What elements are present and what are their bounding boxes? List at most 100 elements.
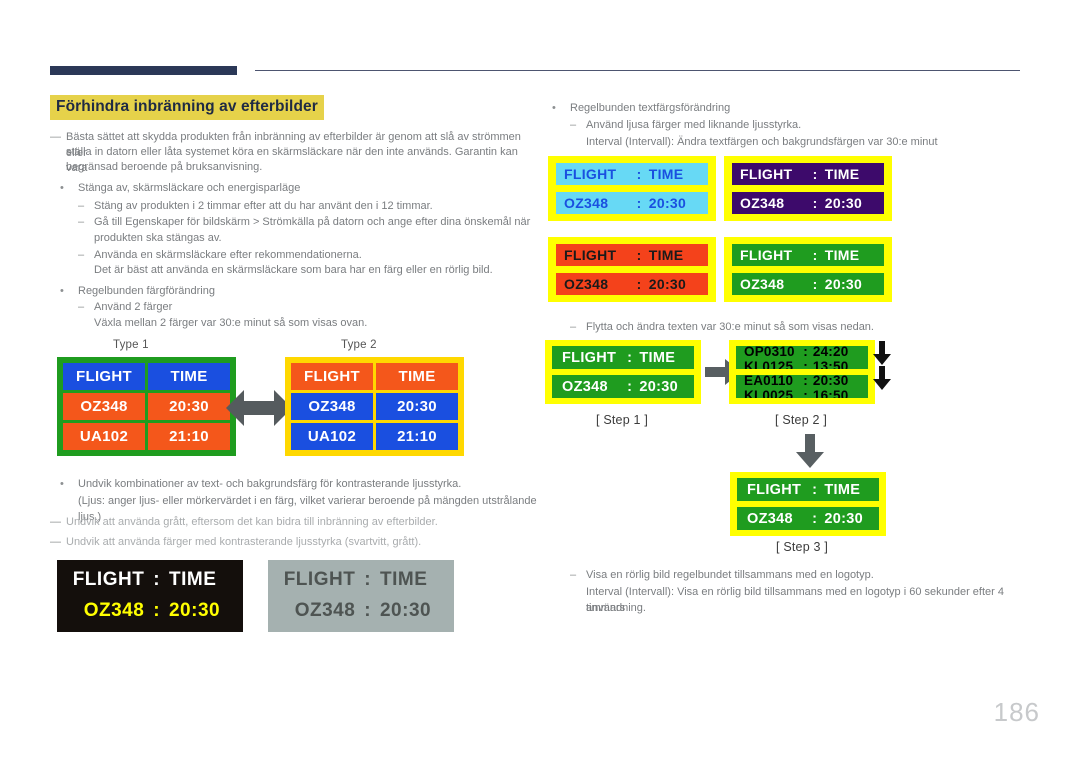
time-value: 20:30: [812, 375, 849, 388]
time-label: TIME: [648, 247, 684, 263]
step-2-line-4: KL0025 : 16:50: [736, 388, 868, 398]
logo-note-line-3: användning.: [586, 602, 646, 614]
time-value: 20:30: [648, 276, 687, 292]
time-value: 13:50: [812, 359, 849, 369]
flight-label: FLIGHT: [562, 349, 617, 366]
right-sub-1-line-2: Interval (Intervall): Ändra textfärgen o…: [586, 136, 938, 148]
board-header-row: FLIGHT TIME: [291, 363, 458, 390]
panel-colon: :: [364, 568, 372, 590]
colon: :: [803, 359, 808, 369]
colon: :: [636, 276, 642, 292]
time-value: 20:30: [824, 510, 863, 527]
panel-header-line: FLIGHT : TIME: [268, 564, 454, 595]
colon: :: [812, 195, 818, 211]
flight-value: OP0310: [744, 346, 795, 359]
right-sub-1-line-1: Använd ljusa färger med liknande ljussty…: [586, 119, 802, 131]
colon: :: [636, 166, 642, 182]
header-accent-square: [228, 66, 237, 75]
panel-data-line: OZ348 : 20:30: [268, 595, 454, 626]
panel-time-label: TIME: [379, 568, 428, 590]
bullet-2-marker: •: [60, 285, 64, 297]
flight-board-type-2: FLIGHT TIME OZ348 20:30 UA102 21:10: [285, 357, 464, 456]
panel-time-label: TIME: [168, 568, 217, 590]
sub-1-2-line-1: Gå till Egenskaper för bildskärm > Ström…: [94, 216, 531, 228]
panel-data-line: OZ348 : 20:30: [57, 595, 243, 626]
move-note-dash: –: [570, 321, 577, 333]
colon: :: [803, 346, 808, 359]
panel-colon: :: [153, 599, 161, 621]
flight-label: FLIGHT: [740, 166, 793, 182]
flight-value: OZ348: [562, 378, 608, 395]
sub-1-1-dash: –: [78, 200, 85, 212]
page-number: 186: [993, 697, 1040, 727]
colon: :: [803, 375, 808, 388]
flight-value: EA0110: [744, 375, 794, 388]
sub-2-1-line-2: Växla mellan 2 färger var 30:e minut så …: [94, 317, 368, 329]
step-1-board: FLIGHT : TIME OZ348 : 20:30: [545, 340, 701, 404]
move-note-text: Flytta och ändra texten var 30:e minut s…: [586, 321, 874, 333]
colon: :: [812, 276, 818, 292]
colon: :: [812, 481, 818, 498]
step-1-header-row: FLIGHT : TIME: [552, 346, 694, 369]
intro-line-3: begränsad beroende på bruksanvisning.: [66, 161, 263, 173]
board-header-row: FLIGHT : TIME: [556, 163, 708, 185]
board-header-row: FLIGHT : TIME: [732, 244, 884, 266]
panel-colon: :: [153, 568, 161, 590]
sub-2-1-dash: –: [78, 301, 85, 313]
panel-flight-value: OZ348: [83, 599, 145, 621]
board-data-row: OZ348 : 20:30: [732, 273, 884, 295]
cell-time-value: 20:30: [148, 393, 230, 420]
page-title: Förhindra inbränning av efterbilder: [50, 95, 324, 120]
panel-dark-contrast: FLIGHT : TIME OZ348 : 20:30: [57, 560, 243, 632]
note-1-marker: —: [50, 516, 61, 528]
sub-1-3-line-1: Använda en skärmsläckare efter rekommend…: [94, 249, 362, 261]
step-1-data-row: OZ348 : 20:30: [552, 375, 694, 398]
note-2-text: Undvik att använda färger med kontraster…: [66, 536, 422, 548]
step-2-line-3: EA0110 : 20:30: [736, 375, 868, 388]
sub-1-2-line-2: produkten ska stängas av.: [94, 232, 222, 244]
flight-value: KL0025: [744, 388, 794, 398]
cell-flight-header: FLIGHT: [63, 363, 145, 390]
panel-flight-label: FLIGHT: [283, 568, 356, 590]
bullet-3-line-1: Undvik kombinationer av text- och bakgru…: [78, 478, 462, 490]
time-label: TIME: [639, 349, 676, 366]
cell-flight-value: OZ348: [63, 393, 145, 420]
note-1-text: Undvik att använda grått, eftersom det k…: [66, 516, 438, 528]
panel-header-line: FLIGHT : TIME: [57, 564, 243, 595]
step-2-line-2: KL0125 : 13:50: [736, 359, 868, 369]
bullet-2-text: Regelbunden färgförändring: [78, 285, 215, 297]
step-3-data-row: OZ348 : 20:30: [737, 507, 879, 530]
step-2-board: OP0310 : 24:20 KL0125 : 13:50 EA0110 : 2…: [729, 340, 875, 404]
sub-1-3-line-2: Det är bäst att använda en skärmsläckare…: [94, 264, 493, 276]
cell-time-value: 21:10: [376, 423, 458, 450]
colon: :: [627, 349, 633, 366]
panel-time-value: 20:30: [168, 599, 221, 621]
color-board-purple: FLIGHT : TIME OZ348 : 20:30: [724, 156, 892, 221]
step-2-window-top: OP0310 : 24:20 KL0125 : 13:50: [736, 346, 868, 369]
flight-board-type-1: FLIGHT TIME OZ348 20:30 UA102 21:10: [57, 357, 236, 456]
bullet-3-marker: •: [60, 478, 64, 490]
cell-time-header: TIME: [376, 363, 458, 390]
type-2-label: Type 2: [341, 339, 377, 351]
panel-time-value: 20:30: [379, 599, 432, 621]
flight-value: OZ348: [740, 195, 785, 211]
time-value: 24:20: [812, 346, 849, 359]
time-label: TIME: [648, 166, 684, 182]
cell-time-value: 21:10: [148, 423, 230, 450]
cell-flight-value: UA102: [63, 423, 145, 450]
board-header-row: FLIGHT TIME: [63, 363, 230, 390]
time-value: 16:50: [812, 388, 849, 398]
arrow-down-large-icon: [795, 434, 825, 473]
flight-value: KL0125: [744, 359, 794, 369]
flight-value: OZ348: [564, 276, 609, 292]
time-value: 20:30: [648, 195, 687, 211]
time-label: TIME: [824, 247, 860, 263]
panel-gray-contrast: FLIGHT : TIME OZ348 : 20:30: [268, 560, 454, 632]
cell-time-header: TIME: [148, 363, 230, 390]
bullet-1-text: Stänga av, skärmsläckare och energisparl…: [78, 182, 301, 194]
board-data-row: OZ348 : 20:30: [556, 192, 708, 214]
cell-flight-header: FLIGHT: [291, 363, 373, 390]
intro-marker: —: [50, 131, 61, 143]
time-value: 20:30: [824, 195, 863, 211]
time-label: TIME: [824, 166, 860, 182]
